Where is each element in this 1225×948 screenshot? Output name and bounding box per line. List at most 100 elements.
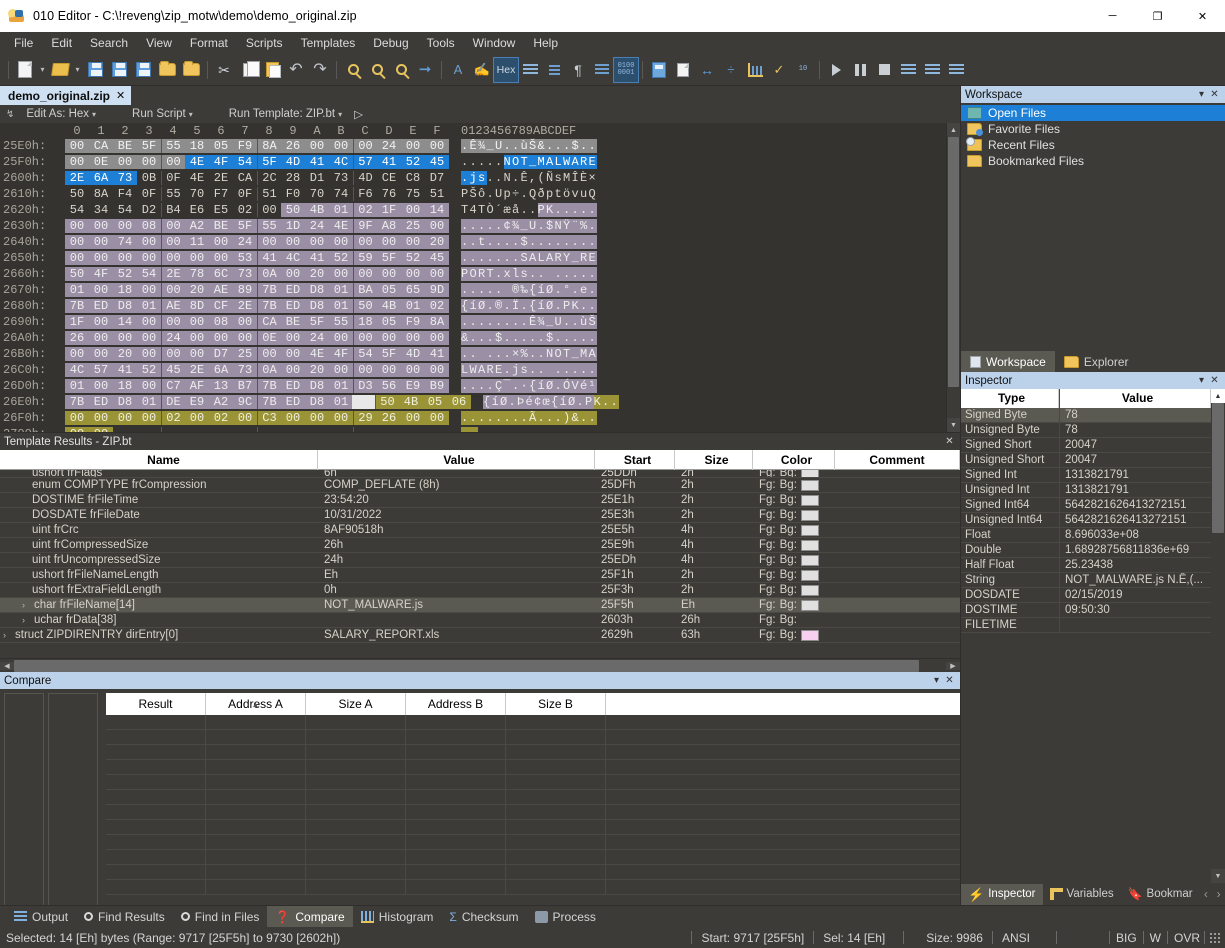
table-row[interactable]: › char frFileName[14] NOT_MALWARE.js 25F5h E… [0,598,960,613]
compare-row[interactable] [106,805,960,820]
hex-byte[interactable]: 2C [257,171,281,185]
hex-byte[interactable]: 00 [425,139,449,153]
hex-byte[interactable]: 5F [257,155,281,169]
hex-row[interactable]: 2620h: 54 34 54 D2 B4 E6 E5 02 00 50 4B 01 02 1F 00 14 T4… [0,202,946,218]
open-file-icon[interactable] [48,58,72,82]
hex-byte[interactable]: F6 [353,187,377,201]
ruler-icon[interactable] [518,58,542,82]
hex-row[interactable]: 2670h: 01 00 18 00 00 20 AE 89 7B ED D8 01 BA 05 65 9D..… [0,282,946,298]
hex-byte[interactable]: 01 [65,379,89,393]
hex-byte[interactable]: 4B [399,395,423,409]
hex-byte[interactable]: 00 [161,347,185,361]
table-row[interactable]: uint frUncompressedSize 24h 25EDh 4h Fg: Bg: [0,553,960,568]
cell-color[interactable]: Fg: Bg: [753,553,835,568]
hex-byte[interactable]: D8 [113,395,137,409]
color-swatch[interactable] [800,569,819,581]
step-into-icon[interactable] [896,58,920,82]
hex-byte[interactable]: 0E [257,331,281,345]
font-icon[interactable]: A [446,58,470,82]
hex-byte[interactable]: 00 [353,363,377,377]
hex-byte[interactable]: D2 [137,203,161,217]
hex-byte[interactable]: 00 [89,283,113,297]
tab-variables[interactable]: Variables [1043,884,1121,905]
editbar-expand-icon[interactable]: ↯ [0,109,20,120]
cut-icon[interactable]: ✂ [212,58,236,82]
hex-byte[interactable]: 0F [161,171,185,185]
hex-row[interactable]: 26D0h: 01 00 18 00 C7 AF 13 B7 7B ED D8 01 D3 56 E9 B9..… [0,378,946,394]
maximize-button[interactable]: ❐ [1135,0,1180,32]
hex-byte[interactable]: 41 [305,155,329,169]
hex-byte[interactable]: 00 [257,347,281,361]
hex-row-ascii[interactable]: .. [461,427,478,432]
hex-byte[interactable]: 8A [425,315,449,329]
hex-byte[interactable]: A2 [185,219,209,233]
hex-byte[interactable]: 00 [425,267,449,281]
redo-icon[interactable]: ↷ [308,58,332,82]
template-hscroll-track[interactable] [14,659,946,673]
hex-byte[interactable]: 29 [353,411,377,425]
hex-byte[interactable]: 01 [329,379,353,393]
hex-row-bytes[interactable]: 50 4F 52 54 2E 78 6C 73 0A 00 20 00 00 00 00 00 [65,267,449,281]
hex-byte[interactable]: 00 [161,283,185,297]
hex-byte[interactable]: 08 [137,219,161,233]
menu-scripts[interactable]: Scripts [237,34,292,52]
hex-byte[interactable]: 00 [185,347,209,361]
hex-byte[interactable]: 2E [65,171,89,185]
hex-row-bytes[interactable]: 4C 57 41 52 45 2E 6A 73 0A 00 20 00 00 00 00 00 [65,363,449,377]
hex-byte[interactable]: 52 [401,155,425,169]
hex-byte[interactable]: 50 [375,395,399,409]
hex-byte[interactable]: 4F [89,267,113,281]
hex-byte[interactable] [281,427,305,432]
open-file-chevron-down-icon[interactable]: ▾ [72,65,83,74]
color-swatch[interactable] [800,494,819,506]
hex-byte[interactable]: 7B [65,395,89,409]
hex-row[interactable]: 2700h:0000.. [0,426,946,432]
expand-chevron-icon[interactable]: › [22,613,34,628]
hex-byte[interactable]: 00 [89,411,113,425]
hex-byte[interactable]: 05 [423,395,447,409]
hex-row[interactable]: 25F0h: 00 0E 00 00 00 4E 4F 54 5F 4D 41 4C 57 41 52 45..… [0,154,946,170]
hex-byte[interactable]: 6C [209,267,233,281]
hex-byte[interactable]: 00 [281,267,305,281]
hex-byte[interactable]: 00 [281,331,305,345]
hex-byte[interactable]: E9 [185,395,209,409]
hex-byte[interactable]: 00 [113,411,137,425]
hex-byte[interactable]: D8 [113,299,137,313]
hex-byte[interactable]: B9 [425,379,449,393]
hex-byte[interactable]: 2E [185,363,209,377]
hex-byte[interactable]: 4E [185,155,209,169]
hex-byte[interactable]: 9F [353,219,377,233]
find-next-icon[interactable] [389,58,413,82]
table-row[interactable]: › struct ZIPDIRENTRY dirEntry[0] SALARY_RE… [0,628,960,643]
color-swatch[interactable] [800,599,819,611]
table-row[interactable]: › uchar frData[38] 2603h 26h Fg: Bg: [0,613,960,628]
hex-byte[interactable]: 00 [113,331,137,345]
edit-as-dropdown[interactable]: Edit As: Hex ▾ [20,108,102,120]
hex-byte[interactable]: D8 [305,283,329,297]
color-swatch[interactable] [800,629,819,641]
step-over-icon[interactable] [920,58,944,82]
hex-byte[interactable]: 4F [209,155,233,169]
hex-row[interactable]: 26A0h: 26 00 00 00 24 00 00 00 0E 00 24 00 00 00 00 00 &.… [0,330,946,346]
hex-byte[interactable]: 20 [425,235,449,249]
histogram-icon[interactable] [743,58,767,82]
hex-byte[interactable]: 00 [161,315,185,329]
save-as-icon[interactable] [107,58,131,82]
hex-byte[interactable]: B4 [161,203,185,217]
hex-byte[interactable]: 55 [161,187,185,201]
inspector-row[interactable]: String NOT_MALWARE.js N.Ê,(... [961,573,1211,588]
hex-byte[interactable]: C8 [401,171,425,185]
hex-byte[interactable]: 05 [209,139,233,153]
compare-rows[interactable] [106,715,960,905]
hex-row-bytes[interactable]: 26 00 00 00 24 00 00 00 0E 00 24 00 00 00 00 00 [65,331,449,345]
hex-byte[interactable]: 01 [329,395,353,409]
compare-row[interactable] [106,730,960,745]
hex-byte[interactable]: 20 [305,363,329,377]
hex-byte[interactable]: 00 [137,347,161,361]
hex-byte[interactable]: 00 [137,283,161,297]
hex-byte[interactable]: 00 [305,411,329,425]
hex-byte[interactable]: 52 [401,251,425,265]
hex-byte[interactable]: A2 [209,395,233,409]
hex-row-ascii[interactable]: ..t....$........ [461,235,597,249]
hex-byte[interactable]: 00 [401,331,425,345]
